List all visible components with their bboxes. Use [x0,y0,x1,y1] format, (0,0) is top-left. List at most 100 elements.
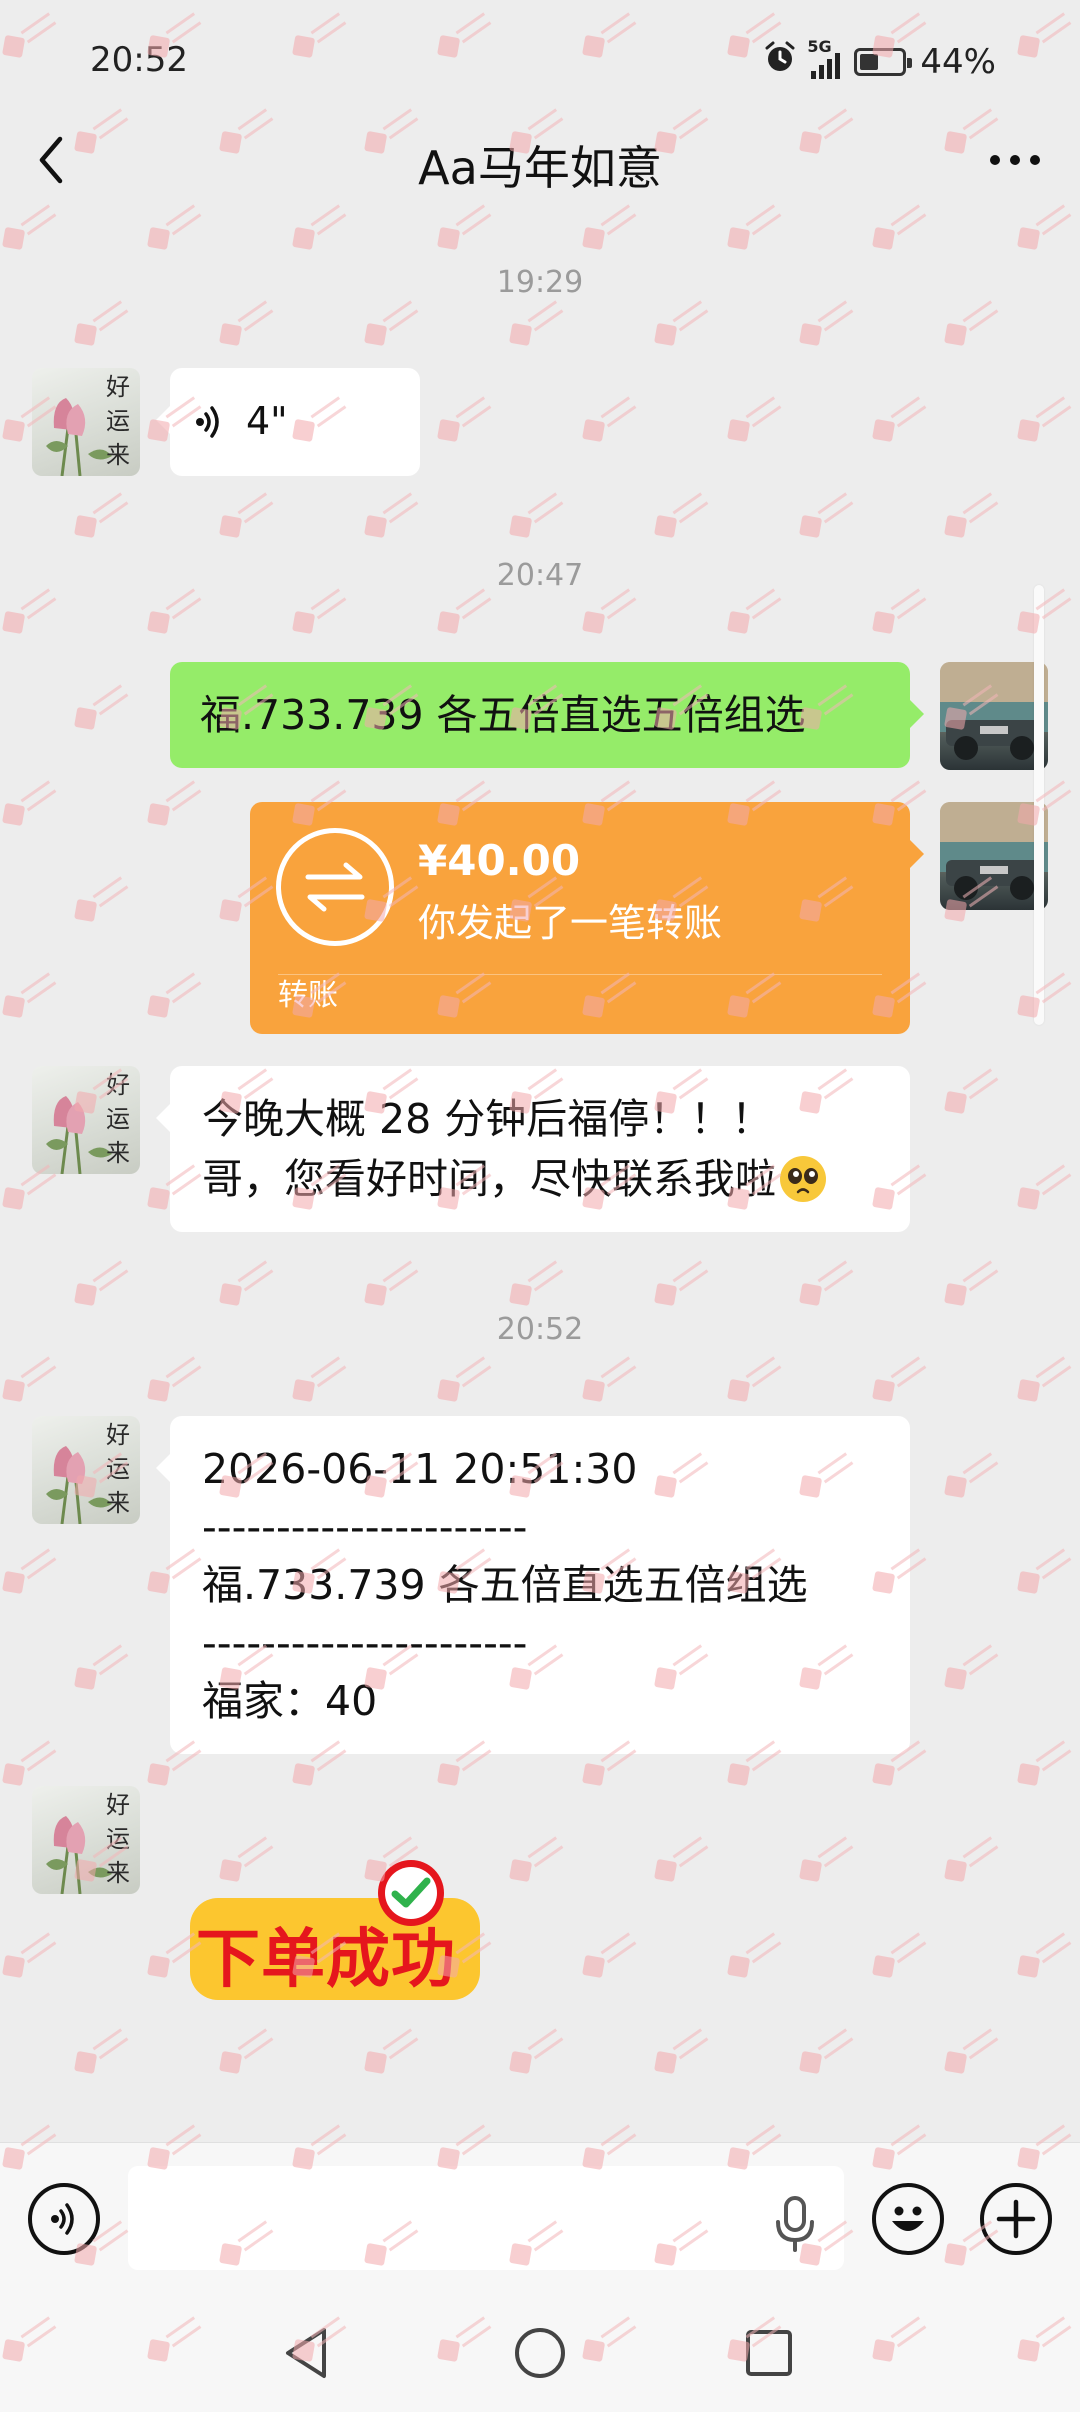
more-dots-icon [990,155,1040,165]
watermark-mark [649,2022,715,2081]
watermark-mark [649,1830,715,1889]
emoji-icon [892,2206,924,2231]
receipt-datetime: 2026-06-11 20:51:30 [202,1445,638,1493]
more-options-button[interactable] [980,140,1050,180]
scrollbar[interactable] [1034,585,1044,1025]
voice-input-button[interactable] [28,2183,100,2255]
watermark-mark [722,390,788,449]
watermark-mark [1012,1542,1078,1601]
watermark-mark [1012,6,1078,65]
watermark-mark [214,294,280,353]
avatar-calligraphy: 好运来 [106,1421,130,1517]
receipt-content: 福.733.739 各五倍直选五倍组选 [202,1561,808,1609]
order-success-sticker[interactable]: 下单成功 [186,1860,480,2008]
reminder-line-2: 哥，您看好时间，尽快联系我啦 [202,1150,828,1208]
watermark-mark [1012,390,1078,449]
transfer-divider [278,974,882,975]
contact-avatar[interactable]: 好运来 [32,1416,140,1524]
watermark-mark [69,870,135,929]
watermark-mark [69,2022,135,2081]
voice-message-bubble[interactable]: 4" [156,368,420,476]
watermark-mark [939,1446,1005,1505]
status-time: 20:52 [90,40,188,80]
watermark-mark [69,486,135,545]
watermark-mark [0,198,63,257]
plus-icon [996,2199,1036,2239]
watermark-mark [794,1254,860,1313]
battery-icon [854,47,913,76]
receipt-separator: ---------------------- [202,1503,528,1551]
my-avatar[interactable] [940,802,1048,910]
timestamp: 20:47 [496,558,584,593]
voice-wave-icon [51,2203,74,2235]
check-icon [378,1860,444,1926]
car-avatar-image [940,802,1048,900]
watermark-mark [504,2022,570,2081]
watermark-mark [214,2022,280,2081]
watermark-mark [577,1350,643,1409]
voice-duration: 4" [246,399,288,443]
triangle-back-icon [286,2328,326,2378]
transfer-amount: ¥40.00 [418,836,581,885]
watermark-mark [577,6,643,65]
watermark-mark [69,1638,135,1697]
transfer-footer-label: 转账 [278,978,338,1013]
nav-back-button[interactable] [282,2326,332,2384]
square-recents-icon [746,2330,792,2376]
contact-avatar[interactable]: 好运来 [32,1786,140,1894]
watermark-mark [142,774,208,833]
watermark-mark [794,2022,860,2081]
battery-level: 44% [920,41,996,82]
watermark-mark [577,1926,643,1985]
pleading-face-emoji-icon [780,1156,826,1202]
watermark-mark [577,390,643,449]
watermark-mark [1012,198,1078,257]
watermark-mark [649,1254,715,1313]
watermark-mark [867,1350,933,1409]
my-avatar[interactable] [940,662,1048,770]
watermark-mark [142,1350,208,1409]
watermark-mark [287,1350,353,1409]
watermark-mark [867,390,933,449]
watermark-mark [939,2022,1005,2081]
more-functions-button[interactable] [980,2183,1052,2255]
contact-avatar[interactable]: 好运来 [32,368,140,476]
received-message-bubble[interactable]: 今晚大概 28 分钟后福停！！！ 哥，您看好时间，尽快联系我啦 [156,1066,910,1232]
watermark-mark [939,1062,1005,1121]
emoji-button[interactable] [872,2183,944,2255]
chat-title: Aa马年如意 [418,141,662,195]
microphone-icon[interactable] [772,2194,818,2254]
contact-avatar[interactable]: 好运来 [32,1066,140,1174]
nav-home-button[interactable] [512,2325,568,2385]
receipt-message-bubble[interactable]: 2026-06-11 20:51:30 --------------------… [156,1416,910,1754]
watermark-mark [794,1830,860,1889]
watermark-mark [432,390,498,449]
watermark-mark [649,294,715,353]
watermark-mark [1012,1158,1078,1217]
watermark-mark [214,1254,280,1313]
watermark-mark [1012,1350,1078,1409]
watermark-mark [794,486,860,545]
watermark-mark [0,1350,63,1409]
voice-wave-icon [196,406,219,438]
watermark-mark [867,198,933,257]
watermark-mark [0,6,63,65]
watermark-mark [359,1254,425,1313]
transfer-description: 你发起了一笔转账 [418,901,723,945]
watermark-mark [142,198,208,257]
timestamp: 20:52 [496,1312,584,1347]
sent-message-bubble[interactable]: 福.733.739 各五倍直选五倍组选 [170,662,924,768]
avatar-calligraphy: 好运来 [106,1791,130,1887]
watermark-mark [939,1638,1005,1697]
watermark-mark [359,2022,425,2081]
avatar-calligraphy: 好运来 [106,373,130,469]
watermark-mark [359,294,425,353]
message-input[interactable] [128,2166,844,2270]
watermark-mark [142,966,208,1025]
transfer-card[interactable]: ¥40.00 你发起了一笔转账 转账 [250,802,924,1034]
watermark-mark [939,294,1005,353]
receipt-separator: ---------------------- [202,1619,528,1667]
watermark-mark [1012,1926,1078,1985]
watermark-mark [287,6,353,65]
nav-recents-button[interactable] [744,2328,794,2382]
